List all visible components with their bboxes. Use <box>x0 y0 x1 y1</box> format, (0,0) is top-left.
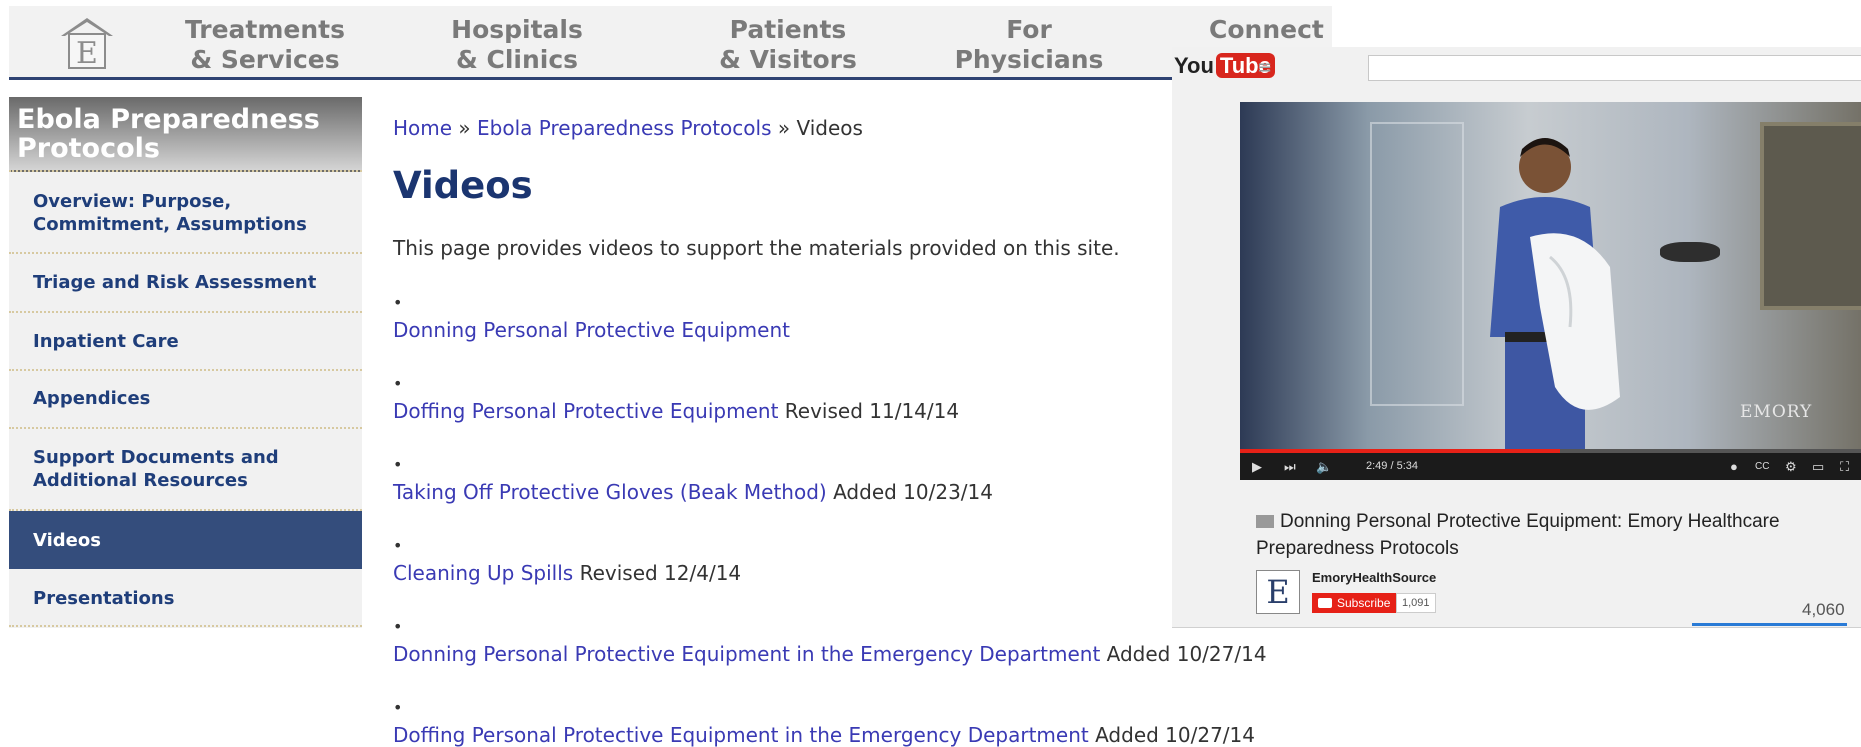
channel-avatar[interactable]: E <box>1256 570 1300 614</box>
video-link-doffing-ed[interactable]: Doffing Personal Protective Equipment in… <box>393 723 1089 747</box>
bullet: • <box>393 293 403 312</box>
breadcrumb-home-link[interactable]: Home <box>393 116 452 140</box>
nav-label: Patients <box>729 15 847 44</box>
shelf-image <box>1370 122 1464 406</box>
sidebar-item-appendices[interactable]: Appendices <box>9 371 362 429</box>
bullet: • <box>393 536 403 555</box>
window-image <box>1760 122 1861 310</box>
play-icon[interactable]: ▶ <box>1252 459 1262 475</box>
video-list-item: Doffing Personal Protective Equipment Re… <box>393 399 959 423</box>
view-count: 4,060 <box>1802 600 1845 619</box>
nav-label: Physicians <box>954 45 1104 74</box>
search-input[interactable] <box>1368 55 1861 81</box>
video-link-cleaning-spills[interactable]: Cleaning Up Spills <box>393 561 573 585</box>
nav-label: For <box>1006 15 1052 44</box>
page-title: Videos <box>393 164 533 207</box>
top-navigation: E Treatments & Services Hospitals & Clin… <box>9 6 1332 80</box>
nav-label: Connect <box>1209 15 1324 44</box>
sidebar-item-inpatient-care[interactable]: Inpatient Care <box>9 313 362 371</box>
video-list-item: Doffing Personal Protective Equipment in… <box>393 723 1255 747</box>
youtube-embed-panel: You Tube ≡ EMORY ▶ ⏭ 🔈 2:49 / 5:34 ● CC … <box>1172 47 1861 628</box>
youtube-play-icon <box>1318 598 1332 608</box>
breadcrumb-current: Videos <box>796 116 863 140</box>
video-player[interactable]: EMORY ▶ ⏭ 🔈 2:49 / 5:34 ● CC ⚙ ▭ ⛶ <box>1240 102 1861 480</box>
nav-label: Treatments <box>184 15 346 44</box>
time-current: 2:49 <box>1366 460 1388 472</box>
video-list-item: Taking Off Protective Gloves (Beak Metho… <box>393 480 993 504</box>
video-list-item: Donning Personal Protective Equipment in… <box>393 642 1267 666</box>
bullet: • <box>393 617 403 636</box>
volume-icon[interactable]: 🔈 <box>1316 459 1332 475</box>
sidebar: Ebola Preparedness Protocols Overview: P… <box>9 97 362 628</box>
sidebar-item-presentations[interactable]: Presentations <box>9 569 362 627</box>
likes-bar <box>1692 623 1847 626</box>
intro-text: This page provides videos to support the… <box>393 236 1120 260</box>
breadcrumb: Home » Ebola Preparedness Protocols » Vi… <box>393 116 863 140</box>
video-note: Added 10/27/14 <box>1106 642 1267 666</box>
video-link-donning-ed[interactable]: Donning Personal Protective Equipment in… <box>393 642 1100 666</box>
video-note: Revised 11/14/14 <box>784 399 960 423</box>
nav-label: & Clinics <box>455 45 579 74</box>
video-title-text: Donning Personal Protective Equipment: E… <box>1256 511 1780 559</box>
player-controls: ▶ ⏭ 🔈 2:49 / 5:34 ● CC ⚙ ▭ ⛶ <box>1240 453 1861 480</box>
theater-mode-icon[interactable]: ▭ <box>1812 459 1824 475</box>
svg-text:E: E <box>76 36 98 70</box>
bullet: • <box>393 698 403 717</box>
watermark-text: EMORY <box>1740 402 1813 422</box>
sidebar-heading: Ebola Preparedness Protocols <box>9 97 362 172</box>
video-note: Added 10/27/14 <box>1095 723 1255 747</box>
nav-connect[interactable]: Connect <box>1209 15 1349 45</box>
stool-image <box>1660 242 1720 262</box>
next-icon[interactable]: ⏭ <box>1284 459 1296 475</box>
watch-later-icon[interactable]: ● <box>1730 459 1738 474</box>
video-list-item: Donning Personal Protective Equipment <box>393 318 790 342</box>
breadcrumb-separator: » <box>777 116 791 140</box>
video-link-doffing-ppe[interactable]: Doffing Personal Protective Equipment <box>393 399 778 423</box>
subscribe-label: Subscribe <box>1337 596 1391 610</box>
sidebar-item-overview[interactable]: Overview: Purpose, Commitment, Assumptio… <box>9 172 362 254</box>
sidebar-item-videos[interactable]: Videos <box>9 511 362 569</box>
person-in-scrubs-image <box>1490 138 1620 449</box>
nav-label: & Services <box>190 45 340 74</box>
video-list-item: Cleaning Up Spills Revised 12/4/14 <box>393 561 741 585</box>
emory-logo-icon[interactable]: E <box>57 16 117 70</box>
time-total: 5:34 <box>1396 460 1419 472</box>
youtube-logo-you: You <box>1174 53 1214 78</box>
video-frame[interactable]: EMORY <box>1240 102 1861 449</box>
fullscreen-icon[interactable]: ⛶ <box>1840 459 1849 475</box>
playlist-icon <box>1256 515 1274 528</box>
channel-name[interactable]: EmoryHealthSource <box>1312 570 1436 585</box>
nav-label: Hospitals <box>451 15 583 44</box>
gear-icon[interactable]: ⚙ <box>1785 459 1797 475</box>
breadcrumb-separator: » <box>458 116 471 140</box>
sidebar-item-triage[interactable]: Triage and Risk Assessment <box>9 254 362 313</box>
breadcrumb-section-link[interactable]: Ebola Preparedness Protocols <box>477 116 771 140</box>
video-link-gloves-beak[interactable]: Taking Off Protective Gloves (Beak Metho… <box>393 480 827 504</box>
nav-patients-visitors[interactable]: Patients & Visitors <box>675 15 901 75</box>
video-note: Revised 12/4/14 <box>579 561 742 585</box>
bullet: • <box>393 455 403 474</box>
nav-for-physicians[interactable]: For Physicians <box>939 15 1119 75</box>
sidebar-item-support-documents[interactable]: Support Documents and Additional Resourc… <box>9 429 362 511</box>
video-link-donning-ppe[interactable]: Donning Personal Protective Equipment <box>393 318 790 342</box>
menu-icon[interactable]: ≡ <box>1257 57 1272 78</box>
subscriber-count: 1,091 <box>1396 593 1436 613</box>
subscribe-button[interactable]: Subscribe <box>1312 593 1399 613</box>
nav-label: & Visitors <box>719 45 857 74</box>
video-note: Added 10/23/14 <box>833 480 993 504</box>
video-title[interactable]: Donning Personal Protective Equipment: E… <box>1256 508 1816 562</box>
nav-hospitals-clinics[interactable]: Hospitals & Clinics <box>409 15 625 75</box>
time-display: 2:49 / 5:34 <box>1366 460 1419 472</box>
bullet: • <box>393 374 403 393</box>
nav-treatments-services[interactable]: Treatments & Services <box>152 15 378 75</box>
captions-icon[interactable]: CC <box>1755 461 1769 472</box>
